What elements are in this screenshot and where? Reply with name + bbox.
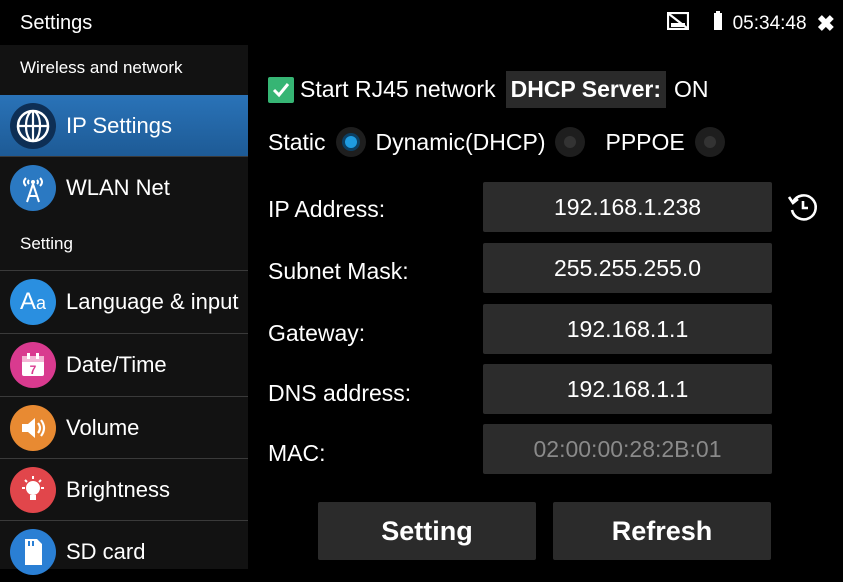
sidebar-item-datetime[interactable]: 7 Date/Time	[0, 333, 248, 395]
mode-radio-group: Static Dynamic(DHCP) PPPOE	[268, 127, 735, 157]
ip-address-field[interactable]: 192.168.1.238	[483, 182, 772, 232]
start-rj45-checkbox[interactable]	[268, 76, 294, 103]
wifi-antenna-icon	[10, 164, 56, 211]
close-icon[interactable]: ✖	[817, 11, 835, 37]
status-icons: 05:34:48 ✖	[666, 11, 835, 37]
mode-pppoe-label: PPPOE	[605, 128, 685, 155]
sidebar-item-ip-settings[interactable]: IP Settings	[0, 95, 248, 157]
sidebar-item-label: Volume	[66, 414, 140, 440]
section-wireless: Wireless and network	[20, 58, 183, 77]
calendar-icon: 7	[10, 341, 56, 388]
gateway-field[interactable]: 192.168.1.1	[483, 304, 772, 354]
language-icon: Aa	[10, 278, 56, 325]
rj45-row: Start RJ45 network DHCP Server: ON	[268, 71, 709, 108]
sidebar-item-sd-card[interactable]: SD card	[0, 520, 248, 582]
bulb-icon	[10, 466, 56, 513]
mode-static-radio[interactable]	[335, 127, 366, 157]
svg-text:7: 7	[30, 363, 37, 377]
sidebar-item-label: Language & input	[66, 288, 239, 314]
dhcp-server-value[interactable]: ON	[674, 76, 709, 103]
dns-address-label: DNS address:	[268, 380, 412, 406]
mode-static-label: Static	[268, 128, 326, 155]
app-title: Settings	[20, 12, 93, 34]
ip-address-label: IP Address:	[268, 196, 386, 222]
sidebar-item-language[interactable]: Aa Language & input	[0, 270, 248, 332]
speaker-icon	[10, 404, 56, 451]
sidebar-item-label: Brightness	[66, 476, 170, 502]
globe-icon	[10, 103, 56, 149]
gateway-label: Gateway:	[268, 320, 366, 346]
mac-label: MAC:	[268, 440, 326, 466]
start-rj45-label: Start RJ45 network	[300, 76, 496, 102]
subnet-mask-label: Subnet Mask:	[268, 258, 409, 284]
sidebar-item-label: IP Settings	[66, 113, 172, 138]
setting-button[interactable]: Setting	[318, 502, 536, 560]
mode-pppoe-radio[interactable]	[694, 127, 725, 157]
history-icon[interactable]	[786, 190, 820, 229]
sd-card-icon	[10, 528, 56, 575]
clock-time: 05:34:48	[732, 13, 807, 34]
no-sim-icon	[666, 11, 689, 36]
dns-address-field[interactable]: 192.168.1.1	[483, 364, 772, 414]
sidebar: Wireless and network IP Settings WLAN Ne…	[0, 45, 248, 575]
mode-dhcp-radio[interactable]	[555, 127, 586, 157]
section-setting: Setting	[20, 234, 73, 253]
refresh-button[interactable]: Refresh	[553, 502, 771, 560]
sidebar-item-label: WLAN Net	[66, 174, 170, 200]
subnet-mask-field[interactable]: 255.255.255.0	[483, 243, 772, 293]
mode-dhcp-label: Dynamic(DHCP)	[375, 128, 546, 155]
ip-settings-panel: Start RJ45 network DHCP Server: ON Stati…	[248, 45, 843, 569]
status-bar: Settings 05:34:48 ✖	[0, 0, 843, 45]
sidebar-item-label: Date/Time	[66, 351, 167, 377]
sidebar-item-label: SD card	[66, 538, 146, 564]
sidebar-item-wlan[interactable]: WLAN Net	[0, 156, 248, 218]
dhcp-server-label: DHCP Server:	[505, 71, 667, 108]
battery-icon	[713, 11, 723, 37]
mac-field: 02:00:00:28:2B:01	[483, 424, 772, 474]
sidebar-item-brightness[interactable]: Brightness	[0, 458, 248, 520]
sidebar-item-volume[interactable]: Volume	[0, 396, 248, 458]
